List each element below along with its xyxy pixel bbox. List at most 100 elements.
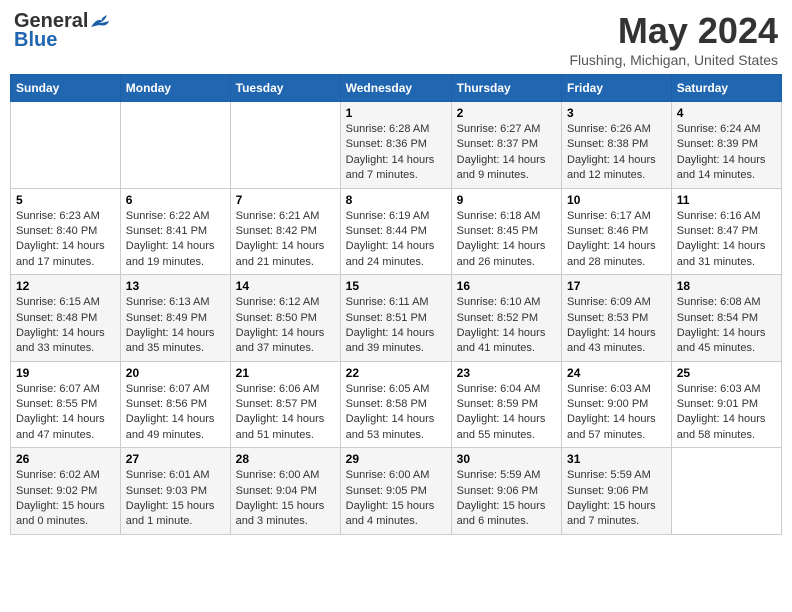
day-info: Sunrise: 6:19 AM Sunset: 8:44 PM Dayligh… <box>346 209 446 271</box>
day-info: Sunrise: 5:59 AM Sunset: 9:06 PM Dayligh… <box>457 468 556 530</box>
calendar-cell: 3 Sunrise: 6:26 AM Sunset: 8:38 PM Daylig… <box>562 102 672 189</box>
calendar-cell: 27 Sunrise: 6:01 AM Sunset: 9:03 PM Dayli… <box>120 448 230 535</box>
weekday-header-wednesday: Wednesday <box>340 75 451 102</box>
day-info: Sunrise: 6:04 AM Sunset: 8:59 PM Dayligh… <box>457 382 556 444</box>
day-info: Sunrise: 6:00 AM Sunset: 9:05 PM Dayligh… <box>346 468 446 530</box>
logo-blue-text: Blue <box>14 29 57 52</box>
calendar-cell: 22 Sunrise: 6:05 AM Sunset: 8:58 PM Dayli… <box>340 361 451 448</box>
calendar-cell: 19 Sunrise: 6:07 AM Sunset: 8:55 PM Dayli… <box>11 361 121 448</box>
day-number: 4 <box>677 106 776 120</box>
calendar-cell: 31Sunrise: 5:59 AM Sunset: 9:06 PM Dayli… <box>562 448 672 535</box>
day-info: Sunrise: 6:05 AM Sunset: 8:58 PM Dayligh… <box>346 382 446 444</box>
day-number: 28 <box>236 452 335 466</box>
weekday-header-thursday: Thursday <box>451 75 561 102</box>
day-number: 9 <box>457 193 556 207</box>
weekday-header-sunday: Sunday <box>11 75 121 102</box>
day-number: 13 <box>126 279 225 293</box>
calendar-cell: 26 Sunrise: 6:02 AM Sunset: 9:02 PM Dayli… <box>11 448 121 535</box>
day-info: Sunrise: 6:01 AM Sunset: 9:03 PM Dayligh… <box>126 468 225 530</box>
day-number: 16 <box>457 279 556 293</box>
calendar-cell <box>230 102 340 189</box>
day-number: 15 <box>346 279 446 293</box>
day-info: Sunrise: 6:26 AM Sunset: 8:38 PM Dayligh… <box>567 122 666 184</box>
day-number: 12 <box>16 279 115 293</box>
calendar-cell <box>120 102 230 189</box>
day-info: Sunrise: 6:23 AM Sunset: 8:40 PM Dayligh… <box>16 209 115 271</box>
calendar-cell: 21 Sunrise: 6:06 AM Sunset: 8:57 PM Dayli… <box>230 361 340 448</box>
day-number: 5 <box>16 193 115 207</box>
day-info: Sunrise: 6:18 AM Sunset: 8:45 PM Dayligh… <box>457 209 556 271</box>
location-text: Flushing, Michigan, United States <box>569 52 778 68</box>
day-number: 3 <box>567 106 666 120</box>
title-area: May 2024 Flushing, Michigan, United Stat… <box>569 10 778 68</box>
calendar-cell: 2Sunrise: 6:27 AM Sunset: 8:37 PM Daylig… <box>451 102 561 189</box>
calendar-cell: 13 Sunrise: 6:13 AM Sunset: 8:49 PM Dayli… <box>120 275 230 362</box>
day-info: Sunrise: 5:59 AM Sunset: 9:06 PM Dayligh… <box>567 468 666 530</box>
weekday-header-saturday: Saturday <box>671 75 781 102</box>
calendar-cell: 24 Sunrise: 6:03 AM Sunset: 9:00 PM Dayli… <box>562 361 672 448</box>
day-info: Sunrise: 6:15 AM Sunset: 8:48 PM Dayligh… <box>16 295 115 357</box>
day-info: Sunrise: 6:13 AM Sunset: 8:49 PM Dayligh… <box>126 295 225 357</box>
calendar-cell: 20 Sunrise: 6:07 AM Sunset: 8:56 PM Dayli… <box>120 361 230 448</box>
calendar-table: SundayMondayTuesdayWednesdayThursdayFrid… <box>10 74 782 535</box>
day-number: 29 <box>346 452 446 466</box>
day-number: 30 <box>457 452 556 466</box>
calendar-cell: 12 Sunrise: 6:15 AM Sunset: 8:48 PM Dayli… <box>11 275 121 362</box>
logo: General Blue <box>14 10 112 52</box>
day-info: Sunrise: 6:21 AM Sunset: 8:42 PM Dayligh… <box>236 209 335 271</box>
day-info: Sunrise: 6:03 AM Sunset: 9:00 PM Dayligh… <box>567 382 666 444</box>
calendar-cell: 28 Sunrise: 6:00 AM Sunset: 9:04 PM Dayli… <box>230 448 340 535</box>
day-info: Sunrise: 6:24 AM Sunset: 8:39 PM Dayligh… <box>677 122 776 184</box>
day-number: 11 <box>677 193 776 207</box>
calendar-cell: 6 Sunrise: 6:22 AM Sunset: 8:41 PM Daylig… <box>120 188 230 275</box>
day-info: Sunrise: 6:16 AM Sunset: 8:47 PM Dayligh… <box>677 209 776 271</box>
calendar-cell: 7Sunrise: 6:21 AM Sunset: 8:42 PM Daylig… <box>230 188 340 275</box>
calendar-cell: 17 Sunrise: 6:09 AM Sunset: 8:53 PM Dayli… <box>562 275 672 362</box>
calendar-cell: 30 Sunrise: 5:59 AM Sunset: 9:06 PM Dayli… <box>451 448 561 535</box>
calendar-cell: 14 Sunrise: 6:12 AM Sunset: 8:50 PM Dayli… <box>230 275 340 362</box>
day-number: 23 <box>457 366 556 380</box>
calendar-cell: 16Sunrise: 6:10 AM Sunset: 8:52 PM Dayli… <box>451 275 561 362</box>
day-number: 6 <box>126 193 225 207</box>
day-number: 1 <box>346 106 446 120</box>
day-info: Sunrise: 6:07 AM Sunset: 8:55 PM Dayligh… <box>16 382 115 444</box>
calendar-header: SundayMondayTuesdayWednesdayThursdayFrid… <box>11 75 782 102</box>
day-number: 26 <box>16 452 115 466</box>
logo-bird-icon <box>89 13 111 31</box>
calendar-cell: 5 Sunrise: 6:23 AM Sunset: 8:40 PM Daylig… <box>11 188 121 275</box>
calendar-cell: 11 Sunrise: 6:16 AM Sunset: 8:47 PM Dayli… <box>671 188 781 275</box>
calendar-cell: 9 Sunrise: 6:18 AM Sunset: 8:45 PM Daylig… <box>451 188 561 275</box>
calendar-cell: 23 Sunrise: 6:04 AM Sunset: 8:59 PM Dayli… <box>451 361 561 448</box>
day-info: Sunrise: 6:09 AM Sunset: 8:53 PM Dayligh… <box>567 295 666 357</box>
day-number: 20 <box>126 366 225 380</box>
day-info: Sunrise: 6:03 AM Sunset: 9:01 PM Dayligh… <box>677 382 776 444</box>
day-info: Sunrise: 6:06 AM Sunset: 8:57 PM Dayligh… <box>236 382 335 444</box>
day-info: Sunrise: 6:02 AM Sunset: 9:02 PM Dayligh… <box>16 468 115 530</box>
day-info: Sunrise: 6:11 AM Sunset: 8:51 PM Dayligh… <box>346 295 446 357</box>
day-info: Sunrise: 6:07 AM Sunset: 8:56 PM Dayligh… <box>126 382 225 444</box>
day-number: 27 <box>126 452 225 466</box>
day-info: Sunrise: 6:27 AM Sunset: 8:37 PM Dayligh… <box>457 122 556 184</box>
day-info: Sunrise: 6:12 AM Sunset: 8:50 PM Dayligh… <box>236 295 335 357</box>
calendar-cell: 15 Sunrise: 6:11 AM Sunset: 8:51 PM Dayli… <box>340 275 451 362</box>
calendar-cell: 18 Sunrise: 6:08 AM Sunset: 8:54 PM Dayli… <box>671 275 781 362</box>
day-number: 14 <box>236 279 335 293</box>
day-number: 17 <box>567 279 666 293</box>
weekday-header-friday: Friday <box>562 75 672 102</box>
month-title: May 2024 <box>569 10 778 52</box>
calendar-cell: 10Sunrise: 6:17 AM Sunset: 8:46 PM Dayli… <box>562 188 672 275</box>
calendar-cell: 8Sunrise: 6:19 AM Sunset: 8:44 PM Daylig… <box>340 188 451 275</box>
day-number: 19 <box>16 366 115 380</box>
day-number: 18 <box>677 279 776 293</box>
day-number: 22 <box>346 366 446 380</box>
day-info: Sunrise: 6:00 AM Sunset: 9:04 PM Dayligh… <box>236 468 335 530</box>
calendar-cell <box>671 448 781 535</box>
day-number: 21 <box>236 366 335 380</box>
day-info: Sunrise: 6:22 AM Sunset: 8:41 PM Dayligh… <box>126 209 225 271</box>
day-number: 25 <box>677 366 776 380</box>
day-info: Sunrise: 6:08 AM Sunset: 8:54 PM Dayligh… <box>677 295 776 357</box>
day-number: 24 <box>567 366 666 380</box>
calendar-cell: 4 Sunrise: 6:24 AM Sunset: 8:39 PM Daylig… <box>671 102 781 189</box>
day-number: 10 <box>567 193 666 207</box>
weekday-header-monday: Monday <box>120 75 230 102</box>
